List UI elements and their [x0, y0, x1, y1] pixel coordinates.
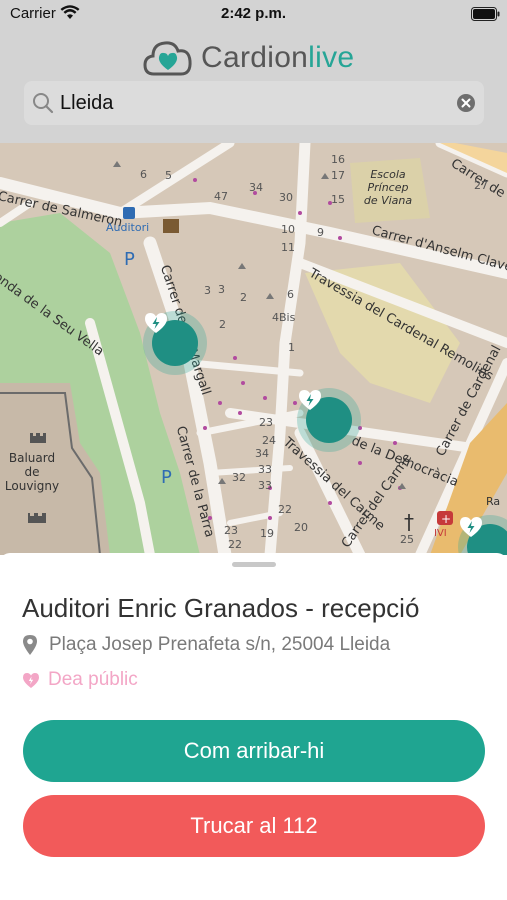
- place-name: Auditori Enric Granados - recepció: [22, 593, 420, 623]
- house-number: 15: [331, 193, 345, 206]
- search-bar[interactable]: [24, 81, 484, 125]
- marker-inner: [299, 390, 352, 443]
- marker-inner: [460, 517, 507, 555]
- house-number: 34: [255, 447, 269, 460]
- street-label: Ra: [486, 495, 501, 508]
- house-number: 27: [474, 179, 488, 192]
- address-row: Plaça Josep Prenafeta s/n, 25004 Lleida: [22, 633, 390, 657]
- defibrillator-marker[interactable]: [458, 515, 507, 555]
- house-number: 33: [258, 479, 272, 492]
- house-number: 2: [219, 318, 226, 331]
- house-number: 22: [228, 538, 242, 551]
- house-number: 47: [214, 190, 228, 203]
- heart-logo-icon: [143, 41, 192, 76]
- search-input[interactable]: [60, 87, 440, 119]
- heart-bolt-icon: [299, 390, 321, 410]
- poi-label: Escola Príncep de Viana: [363, 168, 413, 207]
- svg-text:P: P: [124, 249, 135, 270]
- call-112-button[interactable]: Trucar al 112: [23, 795, 485, 857]
- house-number: 34: [249, 181, 263, 194]
- app-name: Cardionlive: [201, 41, 355, 74]
- heart-icon: [23, 672, 39, 688]
- directions-button[interactable]: Com arribar-hi: [23, 720, 485, 782]
- search-icon: [33, 93, 54, 114]
- house-number: 11: [281, 241, 295, 254]
- defibrillator-marker[interactable]: [143, 311, 207, 375]
- marker-inner: [145, 313, 198, 366]
- heart-bolt-icon: [460, 517, 482, 537]
- house-number: 9: [317, 226, 324, 239]
- poi-label: Auditori: [106, 221, 150, 234]
- heart-bolt-icon: [145, 313, 167, 333]
- svg-text:†: †: [404, 510, 414, 534]
- house-number: 2: [240, 291, 247, 304]
- defibrillator-marker[interactable]: [297, 388, 361, 452]
- house-number: 20: [294, 521, 308, 534]
- status-time: 2:42 p.m.: [220, 5, 287, 22]
- house-number: 10: [281, 223, 295, 236]
- poi-label: IVI: [434, 528, 447, 539]
- house-number: 4Bis: [272, 311, 296, 324]
- house-number: 3: [218, 283, 225, 296]
- house-number: 33: [258, 463, 272, 476]
- status-bar: Carrier 2:42 p.m.: [0, 0, 507, 28]
- house-number: 17: [331, 169, 345, 182]
- house-number: 3: [204, 284, 211, 297]
- battery-icon: [471, 7, 500, 21]
- map-view[interactable]: P P † + Carrer de Salmeron Auditori Carr…: [0, 143, 507, 555]
- location-pin-icon: [23, 635, 37, 655]
- place-address: Plaça Josep Prenafeta s/n, 25004 Lleida: [49, 634, 391, 655]
- top-header: Carrier 2:42 p.m. Cardionlive: [0, 0, 507, 143]
- place-type: Dea públic: [48, 669, 138, 690]
- house-number: 1: [288, 341, 295, 354]
- house-number: 23: [224, 524, 238, 537]
- house-number: 25: [400, 533, 414, 546]
- poi-label: Baluard de Louvigny: [4, 451, 60, 493]
- house-number: 6: [140, 168, 147, 181]
- sheet-handle[interactable]: [232, 562, 276, 567]
- house-number: 32: [232, 471, 246, 484]
- house-number: 23: [259, 416, 273, 429]
- house-number: 22: [278, 503, 292, 516]
- place-detail-sheet: Auditori Enric Granados - recepció Plaça…: [0, 553, 507, 900]
- house-number: 5: [165, 169, 172, 182]
- svg-text:P: P: [161, 467, 172, 488]
- clear-icon[interactable]: [456, 93, 476, 113]
- house-number: 24: [262, 434, 276, 447]
- house-number: 6: [287, 288, 294, 301]
- house-number: 19: [260, 527, 274, 540]
- house-number: 16: [331, 153, 345, 166]
- app-logo: Cardionlive: [143, 38, 354, 78]
- dea-type-row: Dea públic: [22, 668, 138, 692]
- house-number: 30: [279, 191, 293, 204]
- svg-text:+: +: [441, 512, 451, 526]
